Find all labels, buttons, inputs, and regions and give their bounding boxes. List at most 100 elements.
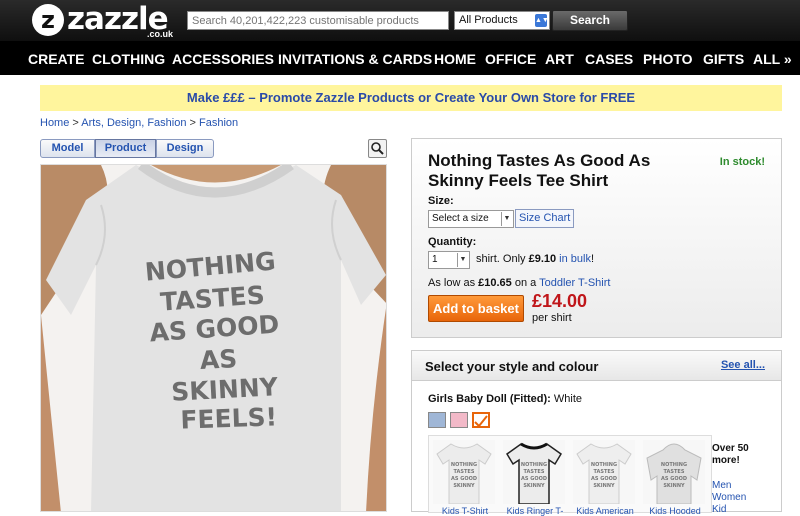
magnifier-icon (371, 142, 384, 155)
svg-text:TASTES: TASTES (594, 469, 615, 475)
svg-text:TASTES: TASTES (664, 469, 685, 475)
toddler-tshirt-link[interactable]: Toddler T-Shirt (539, 277, 610, 289)
stock-status: In stock! (719, 156, 765, 168)
nav-invitations-cards[interactable]: INVITATIONS & CARDS (278, 51, 432, 67)
nav-photo[interactable]: PHOTO (643, 51, 693, 67)
nav-home[interactable]: HOME (434, 51, 476, 67)
product-image[interactable]: NOTHING TASTES AS GOOD AS SKINNY FEELS! (40, 164, 387, 512)
style-colour-box: Select your style and colour See all... … (411, 350, 782, 516)
top-header: z zazzle .co.uk All Products ▲▼ Search (0, 0, 800, 41)
nav-cases[interactable]: CASES (585, 51, 633, 67)
thumb-kids-american[interactable]: NOTHING TASTES AS GOOD SKINNY Kids American (573, 440, 635, 516)
more-line-1: Over 50 (712, 443, 749, 454)
size-chart-button[interactable]: Size Chart (515, 209, 575, 228)
svg-text:NOTHING: NOTHING (451, 462, 477, 468)
breadcrumb: Home > Arts, Design, Fashion > Fashion (40, 117, 238, 129)
kids-ringer-image: NOTHINGTASTESAS GOODSKINNY (503, 440, 565, 505)
logo-domain: .co.uk (147, 29, 174, 39)
colour-swatch-white[interactable] (472, 412, 490, 428)
nav-all[interactable]: ALL » (753, 51, 792, 67)
link-women[interactable]: Women (712, 492, 746, 504)
svg-text:AS GOOD: AS GOOD (661, 476, 687, 482)
buy-box: Nothing Tastes As Good As Skinny Feels T… (411, 138, 782, 338)
nav-clothing[interactable]: CLOTHING (92, 51, 165, 67)
product-price: £14.00 (532, 291, 588, 311)
svg-text:AS GOOD: AS GOOD (451, 476, 477, 482)
tab-product[interactable]: Product (95, 139, 156, 158)
shirt-line-6: FEELS! (180, 402, 278, 434)
view-tabs: Model Product Design (40, 139, 214, 158)
current-style: Girls Baby Doll (Fitted): White (428, 393, 582, 405)
check-icon (474, 415, 488, 428)
see-all-link[interactable]: See all... (721, 359, 765, 371)
breadcrumb-arts[interactable]: Arts, Design, Fashion (81, 117, 186, 129)
breadcrumb-separator: > (72, 117, 79, 129)
quantity-select[interactable]: 1 ▼ (428, 251, 470, 269)
svg-text:SKINNY: SKINNY (593, 483, 615, 489)
search-button[interactable]: Search (552, 10, 628, 31)
dropdown-arrow-icon: ▼ (457, 253, 468, 267)
product-title-line-1: Nothing Tastes As Good As (428, 151, 651, 170)
more-line-2: more! (712, 455, 740, 466)
svg-text:SKINNY: SKINNY (523, 483, 545, 489)
current-style-name: Girls Baby Doll (Fitted): (428, 393, 551, 405)
kids-tshirt-image: NOTHINGTASTESAS GOODSKINNY (433, 440, 495, 505)
search-input[interactable] (187, 11, 449, 30)
add-to-basket-button[interactable]: Add to basket (428, 295, 524, 322)
breadcrumb-separator: > (189, 117, 196, 129)
nav-gifts[interactable]: GIFTS (703, 51, 744, 67)
thumb-kids-ringer[interactable]: NOTHING TASTES AS GOOD SKINNY Kids Ringer T… (503, 440, 565, 516)
style-thumbnails: NOTHING TASTES AS GOOD SKINNY Kids T-Shirt … (428, 435, 712, 516)
thumb-kids-hooded[interactable]: NOTHING TASTES AS GOOD SKINNY Kids Hooded (643, 440, 705, 516)
bulk-text-end: ! (590, 253, 595, 265)
zazzle-logo[interactable]: z zazzle .co.uk (32, 1, 182, 40)
svg-text:NOTHING: NOTHING (521, 462, 547, 468)
svg-text:TASTES: TASTES (524, 469, 545, 475)
svg-text:SKINNY: SKINNY (453, 483, 475, 489)
tab-design[interactable]: Design (156, 139, 214, 158)
colour-swatch-blue[interactable] (428, 412, 446, 428)
bulk-link[interactable]: in bulk (559, 253, 591, 265)
thumb-label: Kids American (576, 506, 634, 516)
promo-banner[interactable]: Make £££ – Promote Zazzle Products or Cr… (40, 85, 782, 111)
low-price-text: As low as £10.65 on a Toddler T-Shirt (428, 277, 610, 289)
thumb-label: Kids Hooded (649, 506, 701, 516)
kids-hoodie-image: NOTHINGTASTESAS GOODSKINNY (643, 440, 705, 505)
search-scope-select[interactable]: All Products ▲▼ (454, 11, 550, 30)
product-title-line-2: Skinny Feels Tee Shirt (428, 171, 609, 190)
shirt-line-4: AS (199, 344, 238, 375)
link-men[interactable]: Men (712, 480, 746, 492)
nav-art[interactable]: ART (545, 51, 574, 67)
bulk-text: shirt. Only (476, 253, 529, 265)
style-heading: Select your style and colour (425, 359, 599, 374)
zoom-button[interactable] (368, 139, 387, 158)
thumb-kids-tshirt[interactable]: NOTHING TASTES AS GOOD SKINNY Kids T-Shirt (433, 440, 495, 516)
kids-american-image: NOTHINGTASTESAS GOODSKINNY (573, 440, 635, 505)
breadcrumb-fashion[interactable]: Fashion (199, 117, 238, 129)
search-scope-value: All Products (459, 14, 518, 26)
quantity-value: 1 (432, 254, 438, 265)
current-colour: White (553, 393, 583, 405)
svg-text:AS GOOD: AS GOOD (591, 476, 617, 482)
thumb-label: Kids T-Shirt (441, 506, 489, 516)
price-unit: per shirt (532, 312, 572, 324)
dropdown-arrow-icon: ▼ (501, 212, 512, 226)
tab-model[interactable]: Model (40, 139, 95, 158)
nav-office[interactable]: OFFICE (485, 51, 536, 67)
size-select-value: Select a size (432, 213, 489, 224)
colour-swatch-pink[interactable] (450, 412, 468, 428)
link-kid[interactable]: Kid (712, 504, 746, 516)
bulk-price: £9.10 (528, 253, 557, 265)
low-price: £10.65 (478, 277, 512, 289)
nav-accessories[interactable]: ACCESSORIES (172, 51, 274, 67)
product-title: Nothing Tastes As Good As Skinny Feels T… (428, 151, 708, 191)
main-nav: CREATE CLOTHING ACCESSORIES INVITATIONS … (0, 41, 800, 75)
shirt-line-5: SKINNY (171, 372, 280, 407)
low-text-mid: on a (511, 277, 540, 289)
nav-create[interactable]: CREATE (28, 51, 85, 67)
svg-text:TASTES: TASTES (454, 469, 475, 475)
size-select[interactable]: Select a size ▼ (428, 210, 514, 228)
breadcrumb-home[interactable]: Home (40, 117, 69, 129)
low-text: As low as (428, 277, 479, 289)
svg-text:NOTHING: NOTHING (591, 462, 617, 468)
